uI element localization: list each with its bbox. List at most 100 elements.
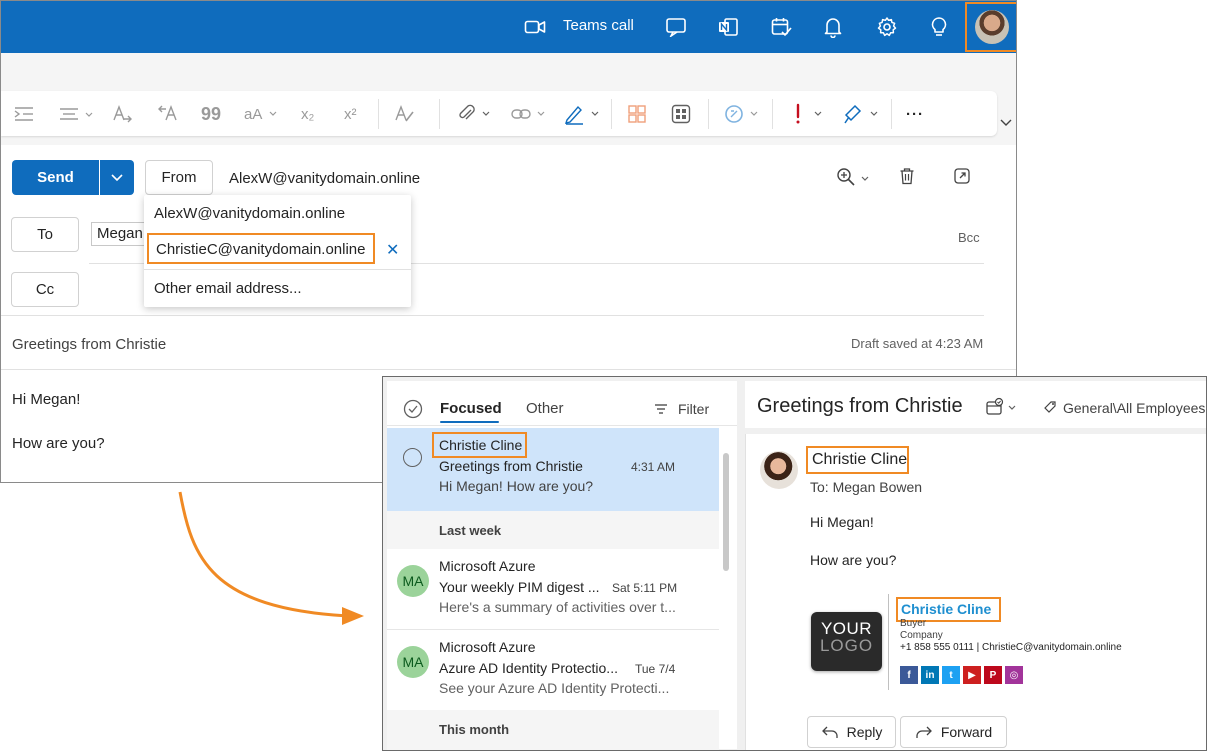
list-item[interactable]: MA Microsoft Azure Your weekly PIM diges… bbox=[387, 549, 719, 629]
linkedin-icon[interactable]: in bbox=[921, 666, 939, 684]
attach-icon[interactable] bbox=[457, 103, 493, 125]
scrollbar-thumb[interactable] bbox=[723, 453, 729, 571]
filter-button[interactable]: Filter bbox=[654, 401, 709, 417]
bell-icon[interactable] bbox=[820, 14, 846, 40]
ribbon-divider bbox=[891, 99, 892, 129]
select-circle-icon[interactable] bbox=[403, 448, 422, 467]
tag-icon bbox=[1044, 401, 1056, 413]
chat-icon[interactable] bbox=[663, 14, 689, 40]
list-item-subject: Greetings from Christie bbox=[439, 458, 583, 474]
signature-icon[interactable] bbox=[563, 103, 603, 125]
avatar bbox=[974, 10, 1009, 44]
sensitivity-icon[interactable] bbox=[985, 397, 1021, 417]
subscript-icon[interactable]: x₂ bbox=[301, 103, 314, 125]
lightbulb-icon[interactable] bbox=[926, 14, 952, 40]
instagram-icon[interactable]: ◎ bbox=[1005, 666, 1023, 684]
other-email-address-option[interactable]: Other email address... bbox=[154, 280, 302, 297]
company-logo: YOUR LOGO bbox=[811, 612, 882, 671]
gear-icon[interactable] bbox=[874, 14, 900, 40]
more-icon[interactable]: ··· bbox=[906, 103, 924, 125]
list-item[interactable]: MA Microsoft Azure Azure AD Identity Pro… bbox=[387, 630, 719, 710]
bcc-link[interactable]: Bcc bbox=[958, 230, 980, 245]
ribbon-divider bbox=[378, 99, 379, 129]
onenote-icon[interactable] bbox=[715, 14, 741, 40]
from-option-label: ChristieC@vanitydomain.online bbox=[156, 241, 366, 258]
pinterest-icon[interactable]: P bbox=[984, 666, 1002, 684]
list-item-subject: Your weekly PIM digest ... bbox=[439, 579, 600, 595]
reading-title: Greetings from Christie bbox=[757, 395, 963, 417]
ribbon-expand-chevron-icon[interactable] bbox=[999, 117, 1013, 129]
tab-other[interactable]: Other bbox=[526, 400, 564, 417]
apps-icon[interactable] bbox=[627, 103, 647, 125]
from-button[interactable]: From bbox=[145, 160, 213, 195]
divider bbox=[1, 315, 984, 316]
text-direction-icon[interactable] bbox=[112, 103, 134, 125]
grid-icon[interactable] bbox=[671, 103, 691, 125]
recipient-line: To: Megan Bowen bbox=[810, 479, 923, 495]
signature-contact: +1 858 555 0111 | ChristieC@vanitydomain… bbox=[900, 642, 1122, 653]
message-body-line[interactable]: How are you? bbox=[12, 435, 105, 452]
ribbon-divider bbox=[439, 99, 440, 129]
forward-label: Forward bbox=[940, 724, 993, 740]
message-body-line[interactable]: Hi Megan! bbox=[12, 391, 80, 408]
link-icon[interactable] bbox=[510, 103, 548, 125]
cc-button[interactable]: Cc bbox=[11, 272, 79, 307]
tab-focused[interactable]: Focused bbox=[440, 400, 502, 417]
flow-arrow-icon bbox=[178, 491, 364, 625]
category-tag[interactable]: General\All Employees bbox=[1043, 400, 1205, 416]
video-icon[interactable] bbox=[522, 14, 548, 40]
importance-icon[interactable] bbox=[788, 103, 828, 125]
group-header-label: Last week bbox=[439, 523, 502, 538]
signature-divider bbox=[888, 594, 889, 690]
filter-icon bbox=[655, 404, 667, 414]
forward-button[interactable]: Forward bbox=[900, 716, 1007, 748]
popout-icon[interactable] bbox=[953, 167, 971, 185]
message-card: Christie Cline To: Megan Bowen Hi Megan!… bbox=[745, 434, 1206, 750]
align-icon[interactable] bbox=[58, 103, 96, 125]
reply-button[interactable]: Reply bbox=[807, 716, 896, 748]
send-options-button[interactable] bbox=[100, 160, 134, 195]
youtube-icon[interactable]: ▶ bbox=[963, 666, 981, 684]
zoom-icon[interactable] bbox=[836, 167, 872, 187]
indent-icon[interactable] bbox=[13, 103, 35, 125]
to-recipient-field[interactable]: Megan bbox=[91, 222, 147, 246]
list-item-subject: Azure AD Identity Protectio... bbox=[439, 660, 618, 676]
font-case-icon[interactable]: aA bbox=[244, 103, 283, 125]
calendar-check-icon[interactable] bbox=[768, 14, 794, 40]
copilot-icon[interactable] bbox=[723, 103, 763, 125]
from-option-christiec[interactable]: ChristieC@vanitydomain.online bbox=[147, 233, 375, 264]
rtl-icon[interactable] bbox=[156, 103, 178, 125]
draft-status: Draft saved at 4:23 AM bbox=[851, 336, 984, 351]
facebook-icon[interactable]: f bbox=[900, 666, 918, 684]
quote-icon[interactable]: 99 bbox=[201, 103, 221, 125]
list-item-preview: Here's a summary of activities over t... bbox=[439, 599, 676, 615]
list-item-sender: Microsoft Azure bbox=[439, 639, 536, 655]
list-item-preview: Hi Megan! How are you? bbox=[439, 478, 594, 494]
to-button[interactable]: To bbox=[11, 217, 79, 252]
sender-name-highlight[interactable]: Christie Cline bbox=[806, 446, 909, 474]
reading-header: Greetings from Christie General\All Empl… bbox=[745, 381, 1206, 428]
superscript-icon[interactable]: x² bbox=[344, 103, 357, 125]
logo-text: LOGO bbox=[819, 636, 874, 655]
list-item-time: Sat 5:11 PM bbox=[612, 581, 678, 595]
format-painter-icon[interactable] bbox=[842, 103, 884, 125]
teams-call-button[interactable]: Teams call bbox=[563, 17, 634, 34]
trash-icon[interactable] bbox=[899, 167, 915, 185]
reading-pane: Greetings from Christie General\All Empl… bbox=[745, 381, 1206, 750]
group-header: Last week bbox=[387, 511, 719, 549]
select-all-check-icon[interactable] bbox=[403, 399, 423, 419]
twitter-icon[interactable]: t bbox=[942, 666, 960, 684]
send-button[interactable]: Send bbox=[12, 160, 99, 195]
list-item-time: Tue 7/4 bbox=[635, 662, 676, 676]
remove-option-close-icon[interactable]: ✕ bbox=[386, 240, 399, 260]
top-bar: Teams call bbox=[1, 1, 1016, 53]
inbox-window: Focused Other Filter Christie Cline Gree… bbox=[382, 376, 1207, 751]
list-item-selected[interactable]: Christie Cline Greetings from Christie 4… bbox=[387, 428, 719, 511]
list-item-sender: Christie Cline bbox=[439, 437, 523, 453]
from-option-alexw[interactable]: AlexW@vanitydomain.online bbox=[154, 205, 345, 222]
subject-field[interactable]: Greetings from Christie bbox=[12, 336, 166, 353]
styles-icon[interactable] bbox=[394, 103, 416, 125]
divider bbox=[144, 269, 411, 270]
sender-avatar[interactable] bbox=[760, 451, 798, 489]
account-avatar-button[interactable] bbox=[965, 2, 1016, 52]
